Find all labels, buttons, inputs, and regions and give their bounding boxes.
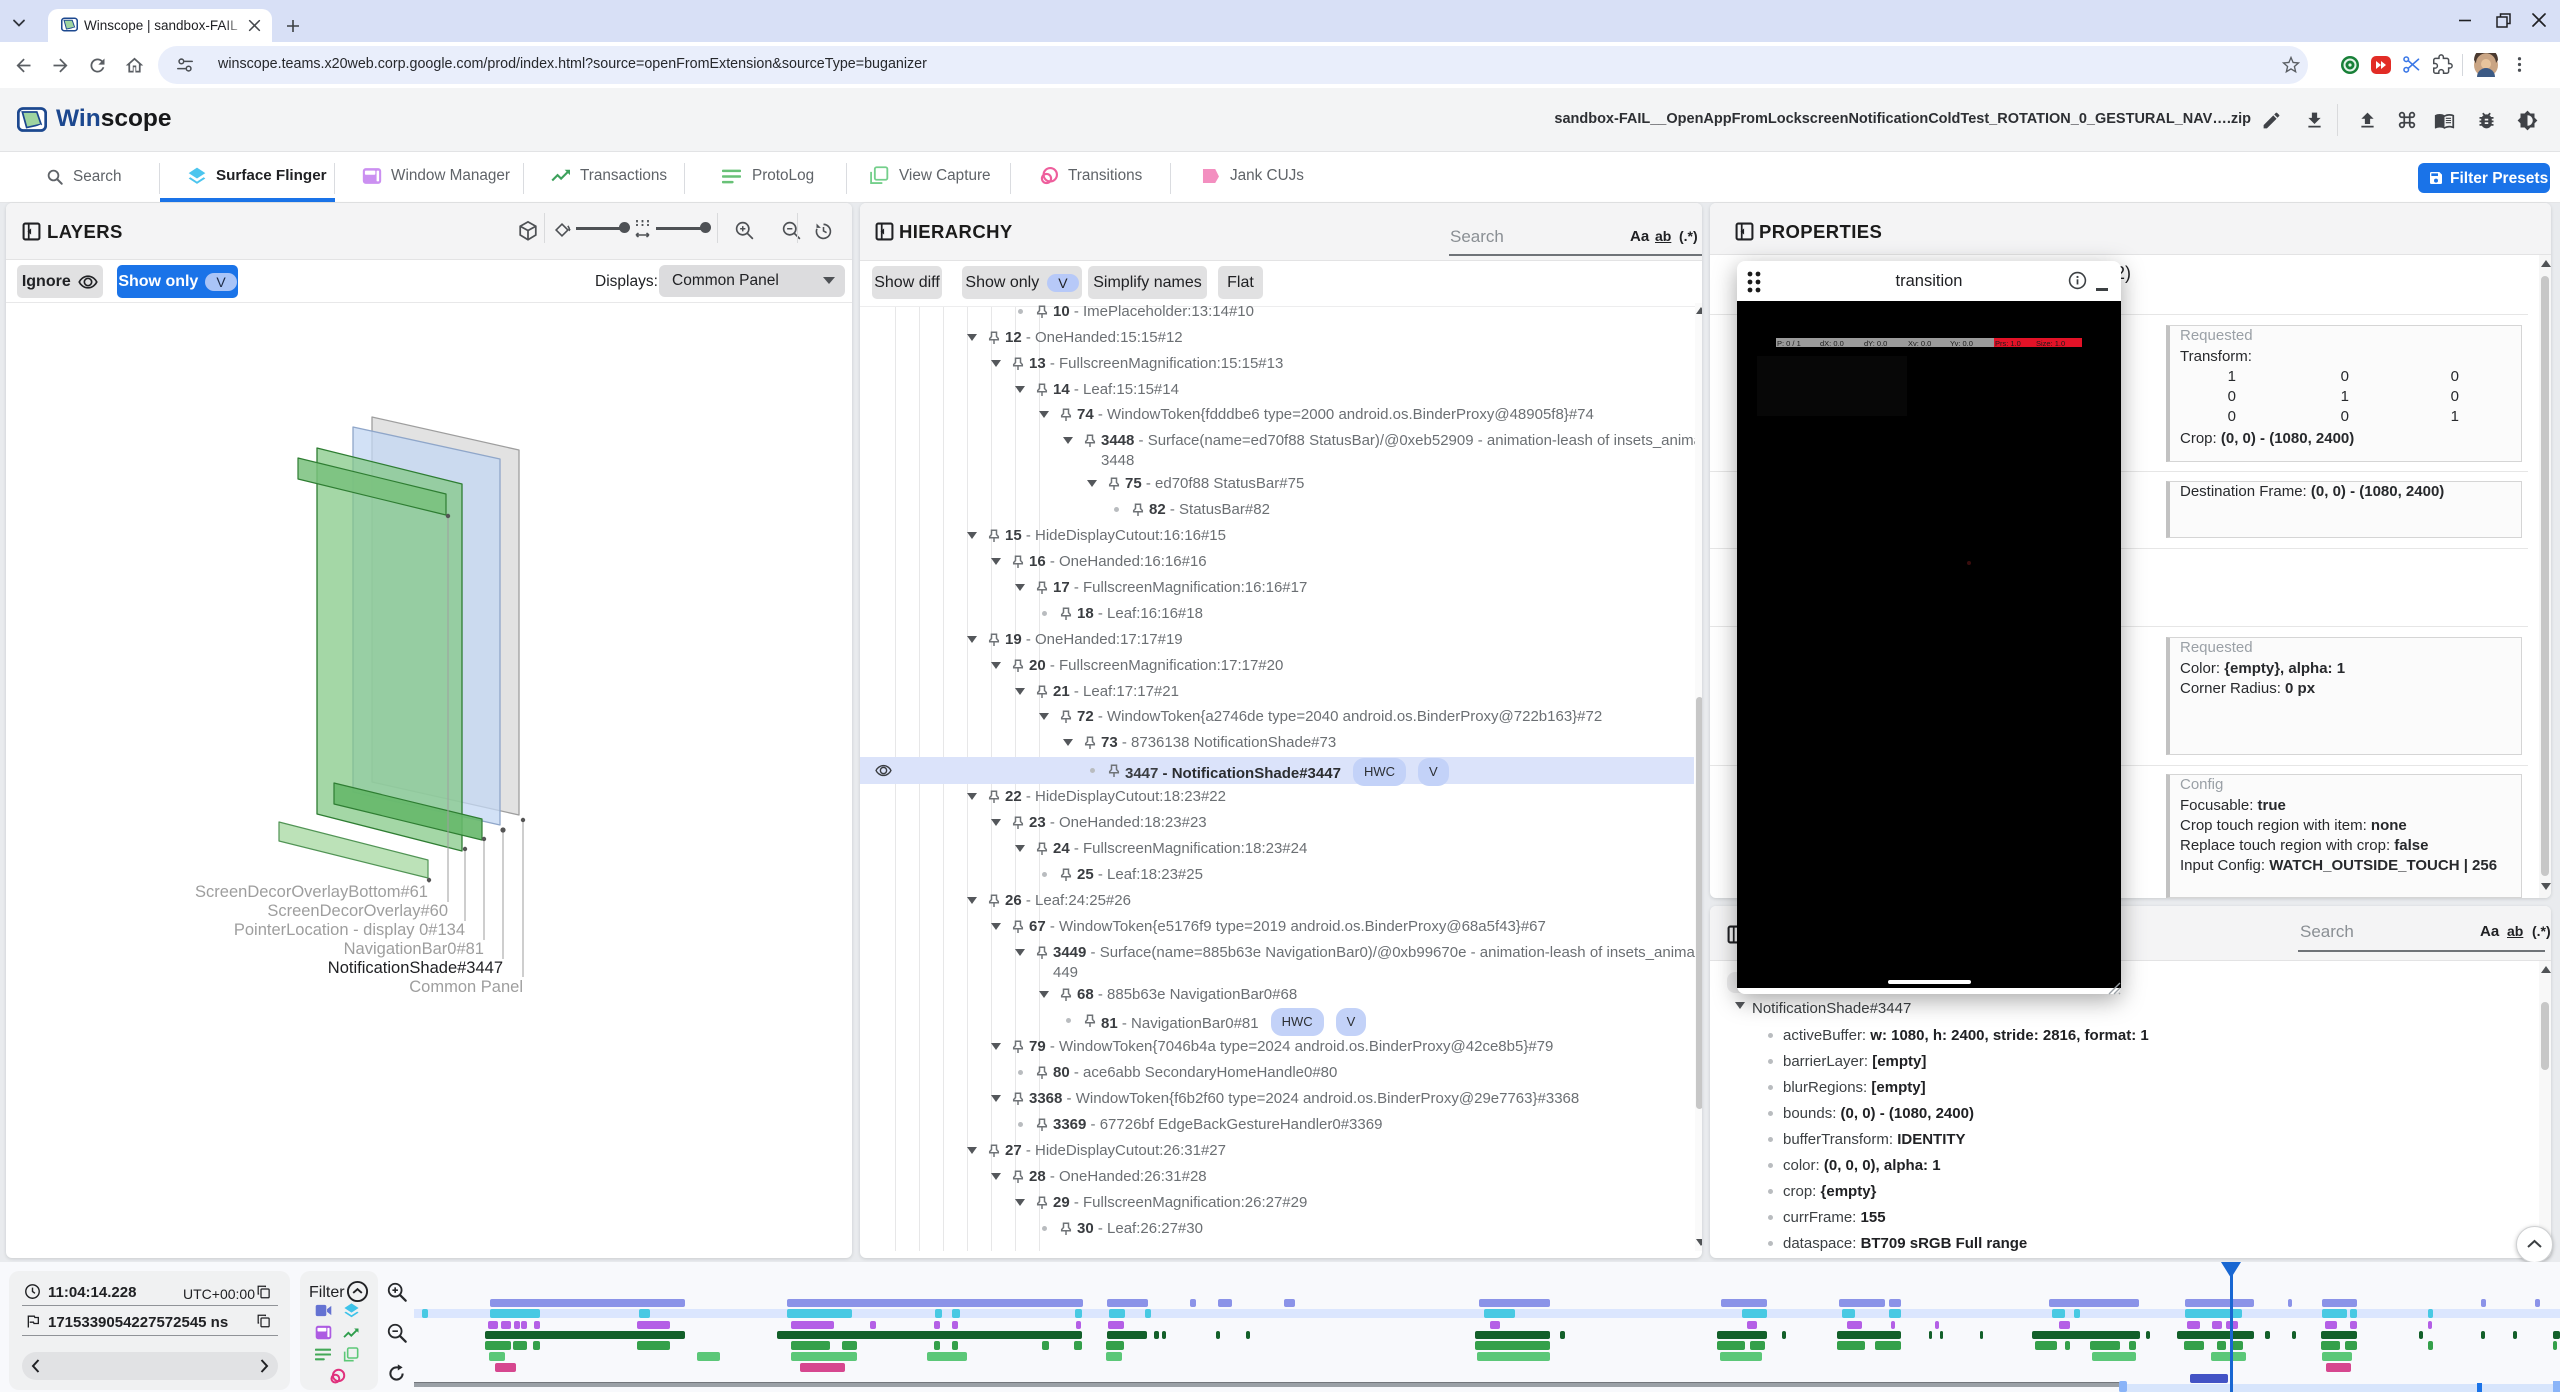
- svg-text:ScreenDecorOverlayBottom#61: ScreenDecorOverlayBottom#61: [195, 883, 428, 901]
- svg-text:PointerLocation - display 0#13: PointerLocation - display 0#134: [234, 921, 465, 939]
- svg-text:Common Panel: Common Panel: [409, 978, 523, 996]
- svg-text:NavigationBar0#81: NavigationBar0#81: [344, 940, 484, 958]
- svg-text:ScreenDecorOverlay#60: ScreenDecorOverlay#60: [267, 902, 448, 920]
- svg-text:NotificationShade#3447: NotificationShade#3447: [328, 959, 503, 977]
